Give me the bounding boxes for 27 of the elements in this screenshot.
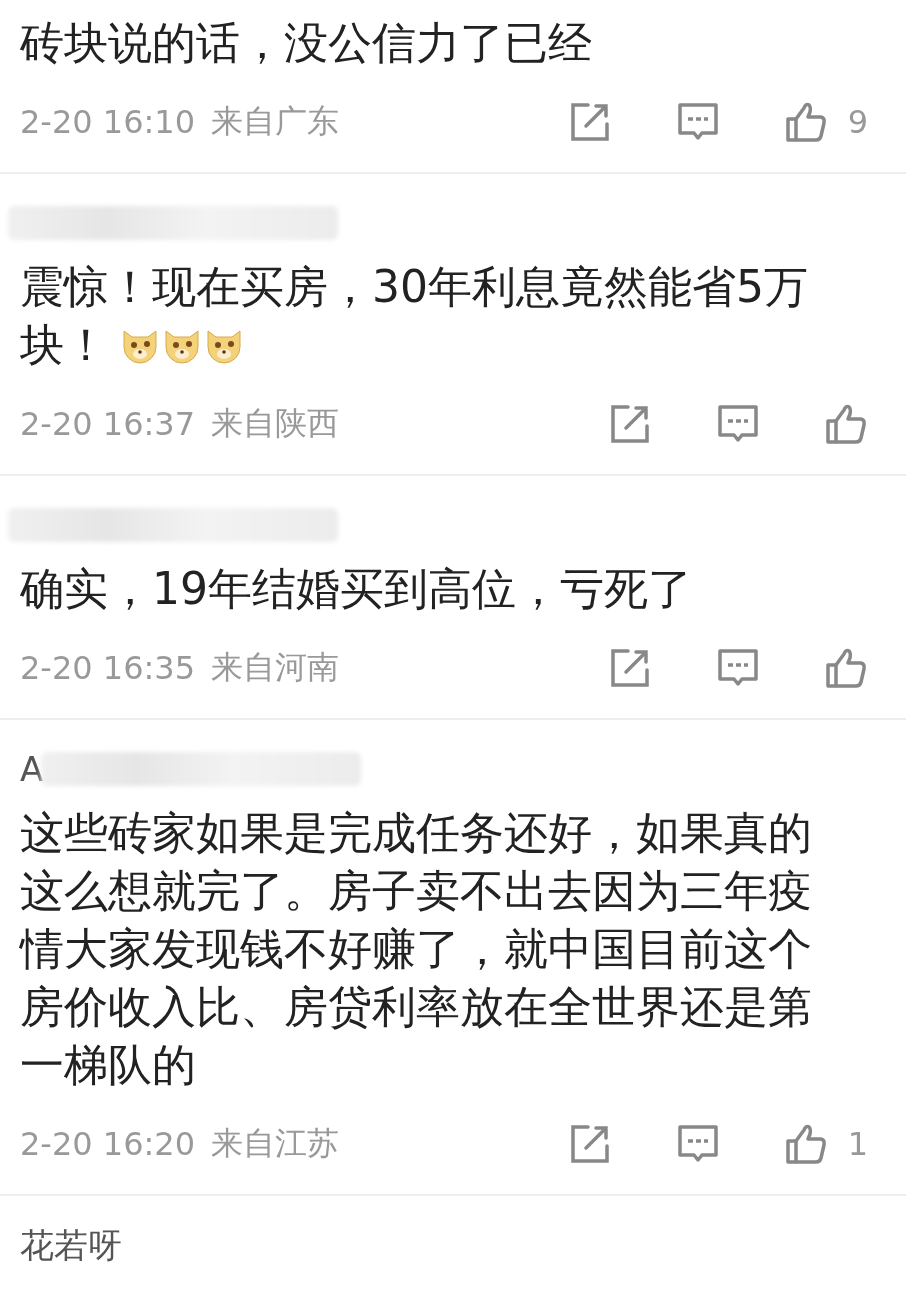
thumbs-up-icon[interactable] <box>783 100 828 144</box>
thumbs-up-icon[interactable] <box>824 402 868 446</box>
thumbs-up-icon[interactable] <box>783 1122 828 1166</box>
comment-text-line: 房价收入比、房贷利率放在全世界还是第 <box>20 980 812 1034</box>
comment-time: 2-20 16:10 <box>20 103 195 141</box>
comment-location: 来自江苏 <box>211 1123 339 1164</box>
comment-time: 2-20 16:20 <box>20 1125 195 1163</box>
share-icon[interactable] <box>608 402 652 446</box>
comment-text-line: 块！ <box>20 318 108 372</box>
comment-text-line: 这么想就完了。房子卖不出去因为三年疫 <box>20 864 812 918</box>
comment-text-line: 情大家发现钱不好赚了，就中国目前这个 <box>20 922 812 976</box>
comment-text-line: 震惊！现在买房，30年利息竟然能省5万 <box>20 260 808 314</box>
comment-text-line: 一梯队的 <box>20 1038 196 1092</box>
comment-location: 来自广东 <box>211 101 339 142</box>
comment-time: 2-20 16:37 <box>20 405 195 443</box>
username[interactable]: A <box>20 747 44 791</box>
comment-text-line: 这些砖家如果是完成任务还好，如果真的 <box>20 806 812 860</box>
share-icon[interactable] <box>608 646 652 690</box>
comment-location: 来自陕西 <box>211 403 339 444</box>
thumbs-up-icon[interactable] <box>824 646 868 690</box>
username[interactable]: 花若呀 <box>20 1223 122 1267</box>
like-count: 9 <box>847 103 868 141</box>
comment-time: 2-20 16:35 <box>20 649 195 687</box>
comment-text-line: 确实，19年结婚买到高位，亏死了 <box>20 562 692 616</box>
comment-location: 来自河南 <box>211 647 339 688</box>
comment-text-line: 砖块说的话，没公信力了已经 <box>20 16 592 70</box>
like-count: 1 <box>847 1125 868 1163</box>
